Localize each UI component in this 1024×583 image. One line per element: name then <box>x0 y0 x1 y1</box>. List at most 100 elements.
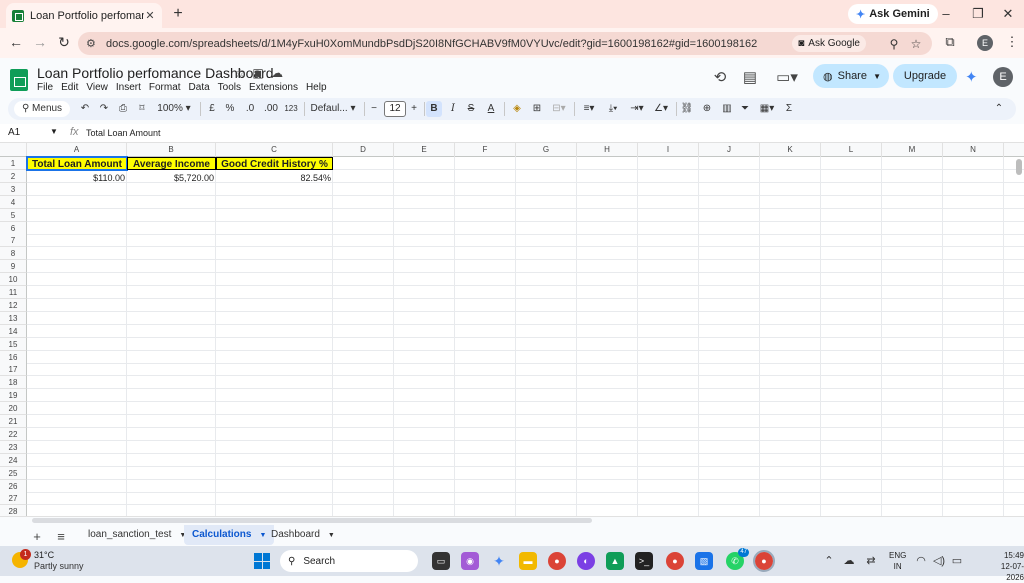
column-header-n[interactable]: N <box>943 143 1004 157</box>
row-header-3[interactable]: 3 <box>0 183 27 196</box>
column-header-k[interactable]: K <box>760 143 821 157</box>
menu-help[interactable]: Help <box>306 82 327 93</box>
ask-google-button[interactable]: ◙ Ask Google <box>792 35 866 52</box>
row-header-13[interactable]: 13 <box>0 312 27 325</box>
row-header-2[interactable]: 2 <box>0 170 27 183</box>
image-editor-icon[interactable]: ▧ <box>695 552 713 570</box>
row-header-27[interactable]: 27 <box>0 492 27 505</box>
terminal-icon[interactable]: >_ <box>635 552 653 570</box>
spreadsheet-grid[interactable]: ABCDEFGHIJKLMN 1 2 3 4 5 6 7 8 9 10 11 12 13 14 15 16 17… <box>0 143 1024 516</box>
name-box-caret-icon[interactable]: ▼ <box>50 127 58 136</box>
text-wrapping-icon[interactable]: ⇥▾ <box>626 101 648 117</box>
account-avatar[interactable]: E <box>993 67 1013 87</box>
menu-file[interactable]: File <box>37 82 53 93</box>
cell-c2[interactable]: 82.54% <box>216 172 333 185</box>
bold-button[interactable]: B <box>426 101 442 117</box>
column-header-a[interactable]: A <box>27 143 127 157</box>
italic-button[interactable]: I <box>446 101 460 117</box>
menu-tools[interactable]: Tools <box>218 82 241 93</box>
column-header-c[interactable]: C <box>216 143 333 157</box>
star-icon[interactable]: ☆ <box>233 66 247 80</box>
chrome-active-icon[interactable]: ● <box>753 550 775 572</box>
row-header-24[interactable]: 24 <box>0 454 27 467</box>
functions-button[interactable]: Σ <box>782 101 796 117</box>
windows-start-icon[interactable] <box>254 553 270 569</box>
filter-views-icon[interactable]: ▦▾ <box>756 101 778 117</box>
horizontal-scrollbar[interactable] <box>32 518 592 523</box>
back-icon[interactable]: ← <box>8 34 24 50</box>
borders-icon[interactable]: ⊞ <box>530 101 544 117</box>
row-header-17[interactable]: 17 <box>0 363 27 376</box>
row-header-9[interactable]: 9 <box>0 260 27 273</box>
menu-format[interactable]: Format <box>149 82 181 93</box>
url-text[interactable]: docs.google.com/spreadsheets/d/1M4yFxuH0… <box>106 38 792 50</box>
restore-button[interactable]: ❐ <box>970 6 986 22</box>
onedrive-icon[interactable]: ☁ <box>842 554 856 567</box>
row-header-11[interactable]: 11 <box>0 286 27 299</box>
row-header-19[interactable]: 19 <box>0 389 27 402</box>
chrome-profile-icon[interactable]: ● <box>666 552 684 570</box>
name-box[interactable]: A1 <box>8 127 20 138</box>
row-header-5[interactable]: 5 <box>0 209 27 222</box>
menu-extensions[interactable]: Extensions <box>249 82 298 93</box>
task-view-icon[interactable]: ▭ <box>432 552 450 570</box>
battery-icon[interactable]: ▭ <box>950 554 964 567</box>
browser-app-icon[interactable]: ◐ <box>577 552 595 570</box>
text-rotation-icon[interactable]: ∠▾ <box>650 101 672 117</box>
row-header-8[interactable]: 8 <box>0 247 27 260</box>
percent-format-button[interactable]: % <box>224 101 236 117</box>
text-color-button[interactable]: A <box>484 101 498 117</box>
sheet-tab-calculations[interactable]: Calculations ▼ <box>184 525 275 545</box>
column-header-b[interactable]: B <box>127 143 216 157</box>
taskbar-search[interactable]: ⚲ Search <box>280 550 418 572</box>
sheet-tab-loan-sanction-test[interactable]: loan_sanction_test ▼ <box>80 525 194 545</box>
insert-link-icon[interactable]: ⛓ <box>680 101 694 117</box>
share-caret-icon[interactable]: ▼ <box>873 72 881 81</box>
row-header-18[interactable]: 18 <box>0 376 27 389</box>
row-header-4[interactable]: 4 <box>0 196 27 209</box>
cell-c1[interactable]: Good Credit History % <box>216 157 333 170</box>
zoom-icon[interactable]: ⚲ <box>886 37 902 51</box>
add-sheet-button[interactable]: + <box>30 529 44 544</box>
meet-icon[interactable]: ▭▾ <box>773 68 801 86</box>
browser-profile-avatar[interactable]: E <box>977 35 993 51</box>
close-window-button[interactable]: ✕ <box>1000 6 1016 22</box>
sheets-logo-icon[interactable] <box>10 69 28 91</box>
column-header-l[interactable]: L <box>821 143 882 157</box>
comments-icon[interactable]: ▤ <box>741 68 759 86</box>
row-header-22[interactable]: 22 <box>0 428 27 441</box>
vertical-scrollbar[interactable] <box>1016 159 1022 175</box>
menu-data[interactable]: Data <box>189 82 210 93</box>
row-header-14[interactable]: 14 <box>0 325 27 338</box>
language-indicator[interactable]: ENG IN <box>889 550 906 572</box>
filter-icon[interactable]: ⏷ <box>738 101 752 117</box>
row-header-12[interactable]: 12 <box>0 299 27 312</box>
tab-close-icon[interactable]: ✕ <box>144 9 156 22</box>
merge-cells-icon[interactable]: ⊟▾ <box>548 101 570 117</box>
currency-format-button[interactable]: £ <box>206 101 218 117</box>
font-select[interactable]: Defaul... ▾ <box>308 101 358 117</box>
menu-view[interactable]: View <box>86 82 108 93</box>
browser-menu-icon[interactable]: ⋮ <box>1004 34 1020 50</box>
formula-input[interactable]: Total Loan Amount <box>86 128 161 138</box>
horizontal-align-icon[interactable]: ≡▾ <box>578 101 600 117</box>
cell-a1[interactable]: Total Loan Amount <box>26 156 128 171</box>
cell-a2[interactable]: $110.00 <box>27 172 127 185</box>
reload-icon[interactable]: ↻ <box>56 34 72 50</box>
upgrade-button[interactable]: Upgrade <box>893 64 957 88</box>
minimize-button[interactable]: – <box>938 6 954 21</box>
sheet-tab-dashboard[interactable]: Dashboard ▼ <box>263 525 343 545</box>
address-bar[interactable]: ⚙ docs.google.com/spreadsheets/d/1M4yFxu… <box>78 32 932 55</box>
redo-icon[interactable]: ↷ <box>97 101 111 117</box>
undo-icon[interactable]: ↶ <box>78 101 92 117</box>
select-all-corner[interactable] <box>0 143 27 157</box>
column-header-m[interactable]: M <box>882 143 943 157</box>
bookmark-star-icon[interactable]: ☆ <box>908 37 924 51</box>
fill-color-icon[interactable]: ◈ <box>510 101 524 117</box>
tab-caret-icon[interactable]: ▼ <box>328 532 335 539</box>
collapse-menus-icon[interactable]: ⌃ <box>992 101 1006 117</box>
gemini-app-icon[interactable]: ✦ <box>490 552 508 570</box>
print-icon[interactable]: ⎙ <box>116 101 130 117</box>
increase-decimal-button[interactable]: .00 <box>262 101 280 117</box>
row-header-23[interactable]: 23 <box>0 441 27 454</box>
